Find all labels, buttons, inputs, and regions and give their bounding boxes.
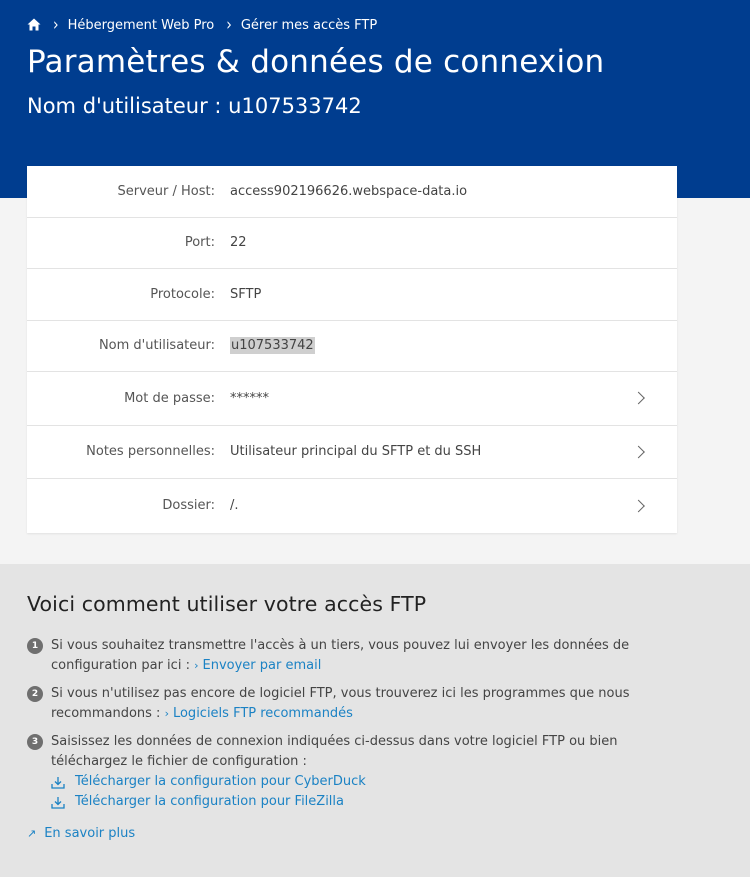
detail-value: ****** [230, 390, 269, 406]
detail-value: Utilisateur principal du SFTP et du SSH [230, 444, 482, 460]
detail-value: SFTP [230, 286, 262, 302]
step-number: 3 [27, 734, 43, 750]
detail-row-password[interactable]: Mot de passe: ****** [27, 372, 677, 426]
detail-label: Port: [184, 235, 215, 251]
detail-value-selected[interactable]: u107533742 [230, 337, 677, 355]
chevron-right-icon: › [226, 15, 232, 35]
chevron-right-icon: › [164, 707, 169, 720]
download-filezilla-link[interactable]: Télécharger la configuration pour FileZi… [51, 792, 673, 812]
help-steps: 1 Si vous souhaitez transmettre l'accès … [27, 636, 723, 812]
detail-label: Protocole: [150, 286, 215, 302]
help-step: 3 Saisissez les données de connexion ind… [27, 732, 723, 812]
step-number: 1 [27, 638, 43, 654]
download-cyberduck-link[interactable]: Télécharger la configuration pour CyberD… [51, 772, 673, 792]
detail-label: Notes personnelles: [86, 444, 215, 460]
breadcrumb: › Hébergement Web Pro › Gérer mes accès … [27, 16, 723, 34]
step-number: 2 [27, 686, 43, 702]
page-title: Paramètres & données de connexion [27, 44, 605, 80]
learn-more-link[interactable]: ↗ En savoir plus [27, 826, 723, 841]
detail-label: Nom d'utilisateur: [98, 338, 215, 354]
step-text: Saisissez les données de connexion indiq… [51, 734, 618, 769]
help-step: 2 Si vous n'utilisez pas encore de logic… [27, 684, 723, 724]
detail-row-username: Nom d'utilisateur: u107533742 [27, 321, 677, 372]
help-section: Voici comment utiliser votre accès FTP 1… [0, 564, 750, 877]
help-title: Voici comment utiliser votre accès FTP [27, 592, 427, 616]
send-email-label: Envoyer par email [202, 658, 322, 673]
detail-label: Mot de passe: [124, 390, 215, 406]
help-step: 1 Si vous souhaitez transmettre l'accès … [27, 636, 723, 676]
detail-value: 22 [230, 235, 247, 251]
recommended-software-link[interactable]: › Logiciels FTP recommandés [165, 706, 353, 721]
download-icon [51, 776, 65, 789]
detail-row-folder[interactable]: Dossier: /. [27, 479, 677, 533]
detail-label: Serveur / Host: [117, 183, 216, 199]
detail-value: access902196626.webspace-data.io [230, 183, 468, 199]
detail-row-protocol: Protocole: SFTP [27, 269, 677, 321]
recommended-software-label: Logiciels FTP recommandés [172, 706, 353, 721]
detail-row-port: Port: 22 [27, 218, 677, 269]
detail-label: Dossier: [162, 498, 215, 514]
username-value[interactable]: u107533742 [230, 337, 315, 355]
chevron-right-icon: › [53, 15, 59, 35]
step-text: Si vous souhaitez transmettre l'accès à … [51, 638, 630, 673]
download-cyberduck-label: Télécharger la configuration pour CyberD… [75, 774, 366, 789]
download-filezilla-label: Télécharger la configuration pour FileZi… [75, 794, 344, 809]
send-email-link[interactable]: › Envoyer par email [194, 658, 321, 673]
connection-details-card: Serveur / Host: access902196626.webspace… [27, 166, 677, 533]
breadcrumb-ftp-link[interactable]: Gérer mes accès FTP [241, 18, 377, 33]
detail-row-notes[interactable]: Notes personnelles: Utilisateur principa… [27, 426, 677, 479]
detail-value: /. [230, 498, 239, 514]
learn-more-label: En savoir plus [44, 826, 136, 841]
external-link-icon: ↗ [27, 827, 37, 840]
download-icon [51, 796, 65, 809]
breadcrumb-hosting-link[interactable]: Hébergement Web Pro [68, 18, 215, 33]
chevron-right-icon: › [194, 659, 199, 672]
detail-row-server: Serveur / Host: access902196626.webspace… [27, 166, 677, 218]
page-subtitle: Nom d'utilisateur : u107533742 [27, 94, 362, 118]
home-icon[interactable] [27, 18, 41, 32]
